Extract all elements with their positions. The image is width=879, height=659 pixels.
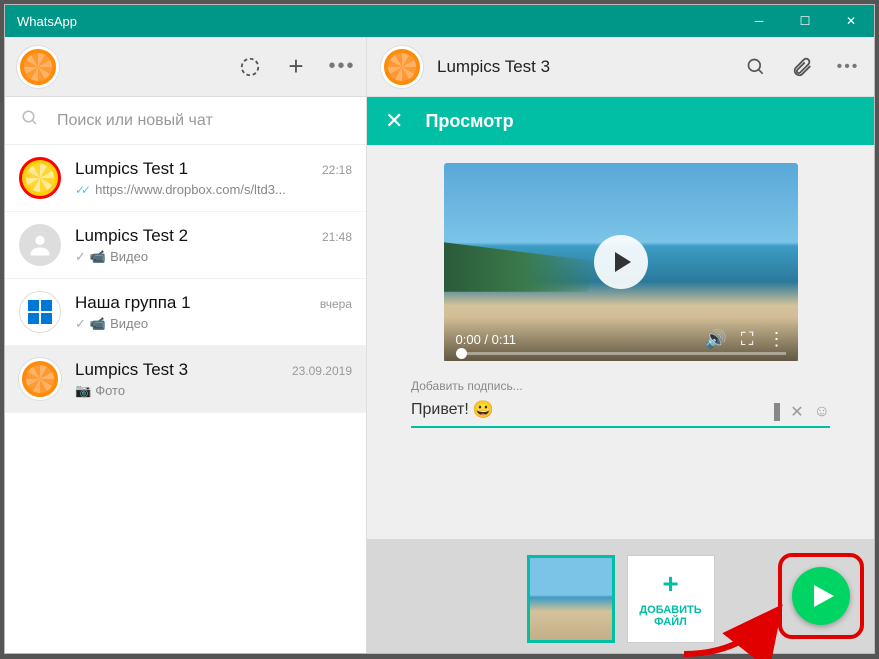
chat-list: Lumpics Test 122:18 ✓✓https://www.dropbo… [5,145,366,653]
my-avatar[interactable] [17,46,59,88]
attachment-strip: + ДОБАВИТЬ ФАЙЛ [367,539,874,653]
chat-preview: https://www.dropbox.com/s/ltd3... [95,182,286,197]
chat-header: Lumpics Test 3 ••• [367,37,874,97]
video-icon: 📹 [90,316,106,332]
chat-name: Lumpics Test 2 [75,226,188,246]
emoji-in-text: 😀 [473,400,494,420]
minimize-button[interactable]: ─ [736,5,782,37]
text-cursor [774,403,780,421]
chat-item[interactable]: Наша группа 1 вчера ✓📹 Видео [5,279,366,346]
video-progress[interactable] [456,352,786,355]
chat-avatar[interactable] [381,46,423,88]
titlebar: WhatsApp ─ ☐ ✕ [5,5,874,37]
video-icon: 📹 [90,249,106,265]
new-chat-icon[interactable]: + [284,55,308,79]
chat-time: вчера [320,297,352,311]
chat-preview: Видео [110,249,148,264]
avatar-icon [19,291,61,333]
chat-title: Lumpics Test 3 [437,57,550,77]
fullscreen-icon[interactable]: ⛶ [741,329,754,350]
app-window: WhatsApp ─ ☐ ✕ + ••• Поиск [4,4,875,654]
play-button[interactable] [594,235,648,289]
avatar-icon [19,358,61,400]
plus-icon: + [662,570,678,598]
chat-preview: Фото [95,383,125,398]
left-header: + ••• [5,37,366,97]
delivered-check-icon: ✓ [75,316,86,332]
chat-name: Lumpics Test 3 [75,360,188,380]
caption-text: Привет! [411,401,469,419]
clear-caption-icon[interactable]: ✕ [790,402,803,422]
search-placeholder: Поиск или новый чат [57,112,213,130]
app-title: WhatsApp [17,14,77,29]
caption-label: Добавить подпись... [411,379,830,393]
add-file-button[interactable]: + ДОБАВИТЬ ФАЙЛ [627,555,715,643]
video-time: 0:00 / 0:11 [456,332,517,347]
chat-preview: Видео [110,316,148,331]
close-window-button[interactable]: ✕ [828,5,874,37]
menu-icon[interactable]: ••• [330,55,354,79]
chat-name: Lumpics Test 1 [75,159,188,179]
search-bar[interactable]: Поиск или новый чат [5,97,366,145]
chat-item-selected[interactable]: Lumpics Test 3 23.09.2019 📷 Фото [5,346,366,413]
preview-title: Просмотр [425,111,513,132]
video-preview[interactable]: 0:00 / 0:11 🔊 ⛶ ⋮ [444,163,798,361]
right-pane: Lumpics Test 3 ••• ✕ Просмотр [367,37,874,653]
delivered-check-icon: ✓ [75,249,86,265]
chat-time: 22:18 [322,163,352,177]
photo-icon: 📷 [75,383,91,399]
volume-icon[interactable]: 🔊 [704,329,726,350]
search-in-chat-icon[interactable] [744,55,768,79]
avatar-icon [19,157,61,199]
avatar-icon [19,224,61,266]
status-icon[interactable] [238,55,262,79]
chat-name: Наша группа 1 [75,293,191,313]
caption-input[interactable]: Привет! 😀 [411,397,830,428]
left-pane: + ••• Поиск или новый чат Lumpics Test 1… [5,37,367,653]
chat-item[interactable]: Lumpics Test 2 21:48 ✓📹 Видео [5,212,366,279]
video-menu-icon[interactable]: ⋮ [768,329,786,350]
read-check-icon: ✓✓ [75,183,87,197]
emoji-picker-icon[interactable]: ☺ [814,403,830,421]
chat-menu-icon[interactable]: ••• [836,55,860,79]
maximize-button[interactable]: ☐ [782,5,828,37]
preview-bar: ✕ Просмотр [367,97,874,145]
close-preview-button[interactable]: ✕ [385,108,403,134]
attach-icon[interactable] [790,55,814,79]
chat-time: 21:48 [322,230,352,244]
send-button[interactable] [792,567,850,625]
chat-item[interactable]: Lumpics Test 1 22:18 ✓✓ https://www.dropbo… [5,145,366,212]
search-icon [21,109,39,132]
add-file-label: ДОБАВИТЬ ФАЙЛ [628,604,714,628]
chat-time: 23.09.2019 [292,364,352,378]
attachment-thumbnail[interactable] [527,555,615,643]
